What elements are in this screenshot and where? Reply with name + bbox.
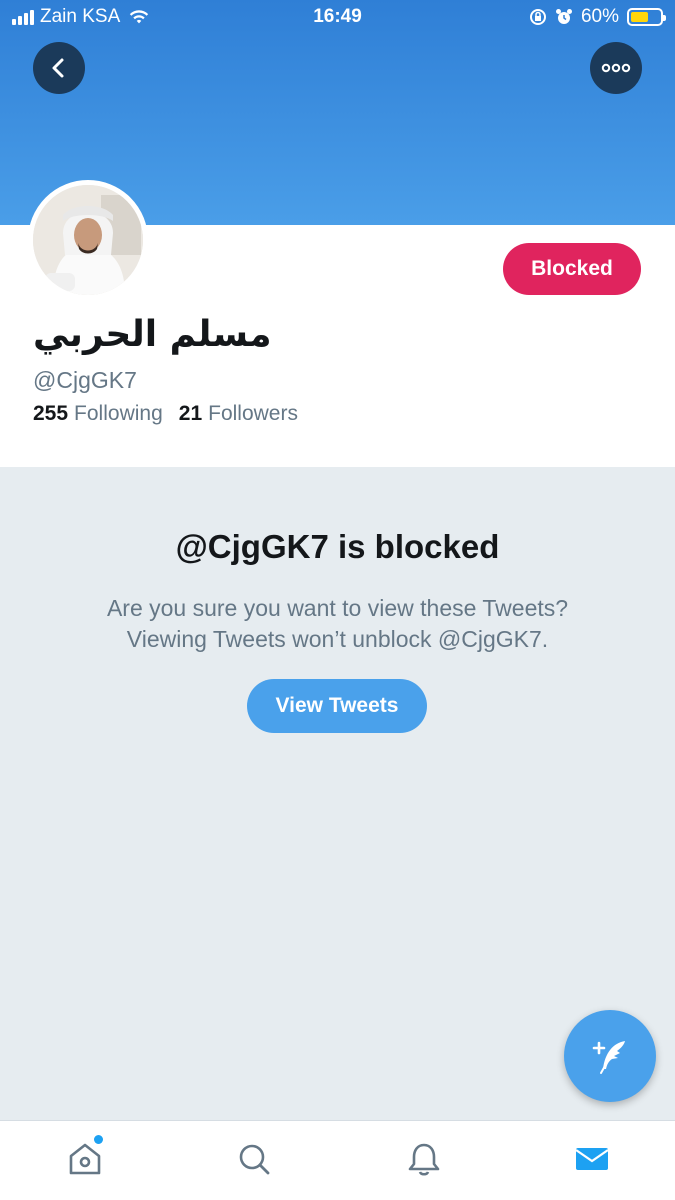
blocked-title: @CjgGK7 is blocked bbox=[175, 528, 500, 565]
mail-icon bbox=[575, 1148, 609, 1170]
tab-notifications[interactable] bbox=[404, 1139, 444, 1179]
following-stat[interactable]: 255 Following bbox=[33, 402, 163, 426]
following-label: Following bbox=[74, 402, 163, 425]
compose-tweet-button[interactable] bbox=[564, 1010, 656, 1102]
tab-home[interactable] bbox=[65, 1139, 105, 1179]
chevron-left-icon bbox=[52, 58, 64, 78]
search-icon bbox=[239, 1144, 270, 1175]
followers-label: Followers bbox=[208, 402, 298, 425]
display-name: مسلم الحربي bbox=[33, 314, 272, 355]
tab-messages[interactable] bbox=[572, 1139, 612, 1179]
back-button[interactable] bbox=[33, 42, 85, 94]
battery-percent: 60% bbox=[580, 6, 619, 27]
home-icon bbox=[69, 1143, 101, 1175]
following-count: 255 bbox=[33, 402, 69, 425]
profile-handle: @CjgGK7 bbox=[33, 367, 137, 393]
followers-stat[interactable]: 21 Followers bbox=[179, 402, 298, 426]
view-tweets-button[interactable]: View Tweets bbox=[247, 679, 427, 733]
battery-icon bbox=[627, 8, 666, 26]
alarm-icon bbox=[555, 9, 572, 24]
profile-screen: Zain KSA 16:49 60% Blocked مسلم الحربي @… bbox=[0, 0, 675, 1200]
followers-count: 21 bbox=[178, 402, 203, 425]
blocked-description: Are you sure you want to view these Twee… bbox=[40, 593, 635, 655]
compose-tweet-icon bbox=[592, 1041, 625, 1074]
blocked-button[interactable]: Blocked bbox=[503, 243, 641, 295]
rotation-lock-icon bbox=[529, 9, 546, 25]
avatar-photo bbox=[33, 185, 143, 295]
more-options-button[interactable] bbox=[590, 42, 642, 94]
home-new-indicator bbox=[94, 1135, 103, 1144]
tab-search[interactable] bbox=[234, 1139, 274, 1179]
more-icon bbox=[601, 63, 631, 73]
status-bar: Zain KSA 16:49 60% bbox=[0, 0, 675, 34]
avatar[interactable] bbox=[28, 180, 148, 300]
blocked-description-line-2: Viewing Tweets won’t unblock @CjgGK7. bbox=[126, 626, 549, 652]
follow-stats: 255 Following 21 Followers bbox=[33, 402, 298, 426]
bell-icon bbox=[408, 1143, 440, 1176]
blocked-description-line-1: Are you sure you want to view these Twee… bbox=[106, 595, 569, 621]
tab-bar bbox=[0, 1120, 675, 1200]
